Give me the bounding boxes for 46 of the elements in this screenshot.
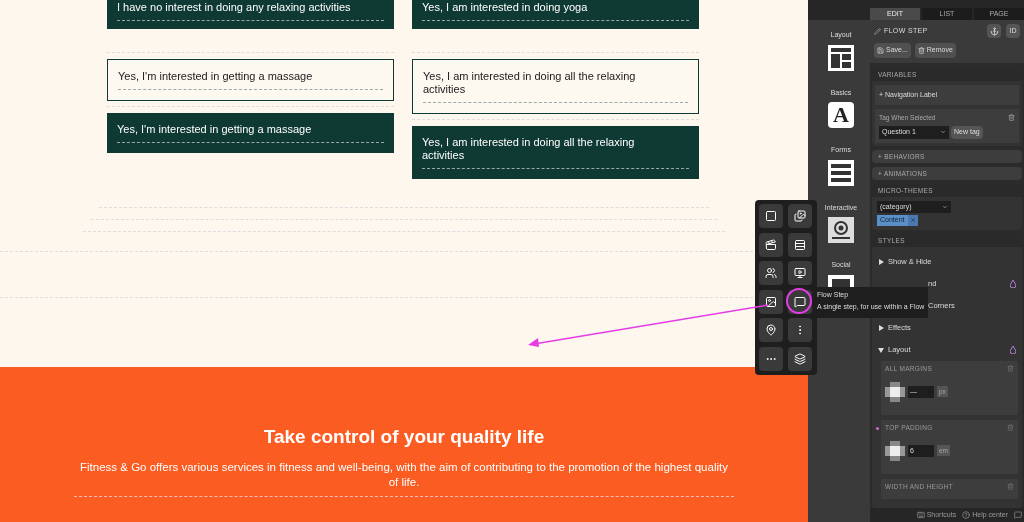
answer-text: Yes, I am interested in doing all the relaxing activities [423, 70, 637, 96]
vertical-dots-icon[interactable] [788, 318, 812, 342]
keyboard-icon [916, 511, 925, 519]
highlight-circle [785, 287, 813, 315]
letter-icon[interactable]: A [828, 102, 854, 128]
form-icon[interactable] [828, 159, 854, 186]
answer-text: Yes, I am interested in doing all the relaxing activities [422, 136, 636, 162]
chevron-down-icon [940, 129, 946, 136]
spacing-icon [885, 440, 905, 461]
spacing-icon [885, 381, 905, 402]
answer-card-selected[interactable]: Yes, I am interested in doing yoga [412, 0, 699, 29]
social-icon[interactable] [828, 274, 854, 289]
collapsed-triangle-icon[interactable] [878, 324, 884, 331]
banner-text: Fitness & Go offers various services in fitness and well-being, with the aim of contributing to the promotion of the highest quality of life. [74, 459, 734, 497]
layout-icon[interactable] [828, 44, 854, 71]
rows-icon[interactable] [788, 232, 812, 257]
play-icon[interactable] [828, 217, 854, 243]
answer-text: I have no interest in doing any relaxing activities [117, 1, 352, 14]
answer-text: Yes, I'm interested in getting a massage [117, 123, 313, 136]
collapsed-triangle-icon[interactable] [878, 258, 884, 265]
answer-text: Yes, I'm interested in getting a massage [118, 70, 314, 83]
save-icon [877, 47, 884, 54]
trash-icon[interactable] [1008, 114, 1015, 122]
horizontal-dots-icon[interactable] [759, 346, 783, 371]
anchor-button[interactable] [987, 24, 1001, 38]
answer-card[interactable]: Yes, I am interested in doing all the relaxing activities [412, 59, 699, 114]
expanded-triangle-icon[interactable] [878, 346, 884, 353]
people-icon[interactable] [759, 261, 783, 285]
banner-heading: Take control of your quality life [263, 425, 545, 449]
pin-icon[interactable] [759, 318, 783, 342]
image-icon[interactable] [759, 289, 783, 314]
answer-card-selected[interactable]: Yes, I'm interested in getting a massage [107, 113, 394, 153]
frame-icon[interactable] [759, 204, 783, 228]
gallery-icon[interactable] [788, 204, 812, 228]
answer-card-selected[interactable]: Yes, I am interested in doing all the relaxing activities [412, 126, 699, 179]
chevron-down-icon [942, 203, 948, 210]
layers-icon[interactable] [788, 346, 812, 371]
answer-card-selected[interactable]: I have no interest in doing any relaxing activities [107, 0, 394, 29]
play-icon[interactable] [788, 261, 812, 285]
answer-text: Yes, I am interested in doing yoga [422, 1, 589, 14]
trash-icon [917, 47, 925, 54]
help-icon [962, 511, 971, 519]
clapperboard-icon[interactable] [759, 232, 783, 257]
answer-card[interactable]: Yes, I'm interested in getting a massage [107, 59, 394, 101]
pencil-icon [874, 27, 881, 35]
chat-icon[interactable] [1014, 511, 1022, 519]
